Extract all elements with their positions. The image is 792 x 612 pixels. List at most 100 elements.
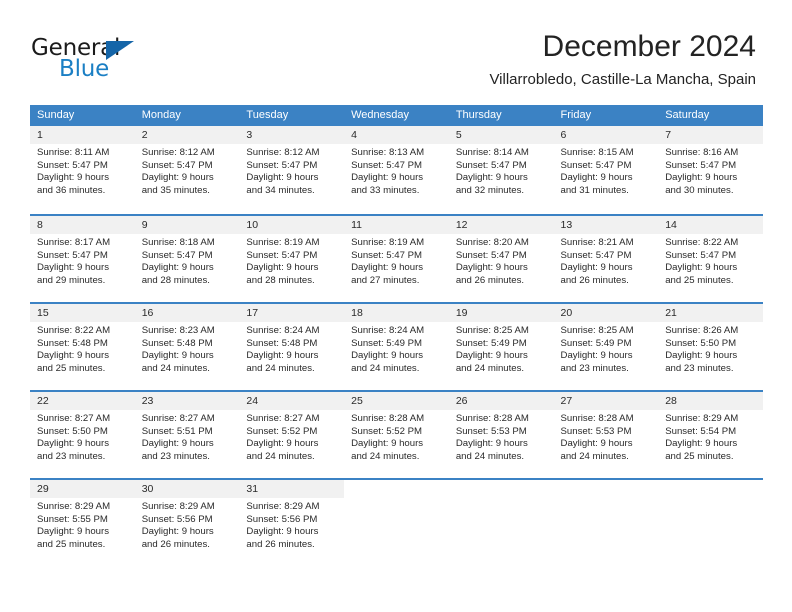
calendar-day-cell[interactable]: 24 Sunrise: 8:27 AM Sunset: 5:52 PM Dayligh… bbox=[239, 392, 345, 478]
calendar-day-cell[interactable]: 5 Sunrise: 8:14 AM Sunset: 5:47 PM Daylight… bbox=[448, 126, 554, 214]
calendar-empty-cell bbox=[658, 480, 763, 566]
daylight-duration-line2: and 24 minutes. bbox=[246, 450, 315, 462]
sunrise-time: Sunrise: 8:25 AM bbox=[455, 325, 529, 336]
day-number: 21 bbox=[665, 307, 677, 319]
calendar-page: General Blue December 2024 Villarrobledo… bbox=[0, 0, 792, 612]
calendar-day-cell[interactable]: 15 Sunrise: 8:22 AM Sunset: 5:48 PM Dayligh… bbox=[30, 304, 135, 390]
sunrise-time: Sunrise: 8:27 AM bbox=[37, 413, 111, 424]
day-number: 8 bbox=[37, 219, 43, 231]
weekday-header-sunday: Sunday bbox=[37, 109, 75, 121]
day-number: 10 bbox=[246, 219, 259, 231]
day-number: 25 bbox=[351, 395, 363, 407]
sunset-time: Sunset: 5:54 PM bbox=[665, 425, 737, 437]
day-number: 12 bbox=[455, 219, 468, 231]
day-details: Sunrise: 8:21 AM Sunset: 5:47 PM Daylight:… bbox=[554, 234, 659, 287]
weekday-header-thursday: Thursday bbox=[455, 109, 502, 121]
calendar-day-cell[interactable]: 13 Sunrise: 8:21 AM Sunset: 5:47 PM Dayligh… bbox=[553, 216, 659, 302]
sunrise-time: Sunrise: 8:22 AM bbox=[37, 325, 111, 336]
daylight-duration-line1: Daylight: 9 hours bbox=[560, 350, 633, 362]
day-details: Sunrise: 8:24 AM Sunset: 5:49 PM Daylight:… bbox=[344, 322, 449, 375]
day-details: Sunrise: 8:20 AM Sunset: 5:47 PM Daylight:… bbox=[449, 234, 554, 287]
calendar-day-cell[interactable]: 29 Sunrise: 8:29 AM Sunset: 5:55 PM Dayligh… bbox=[30, 480, 135, 566]
day-number-band: 24 bbox=[239, 392, 345, 410]
day-number-band: 5 bbox=[448, 126, 554, 144]
calendar-week-row: 1 Sunrise: 8:11 AM Sunset: 5:47 PM Daylight… bbox=[30, 126, 763, 214]
calendar-day-cell[interactable]: 21 Sunrise: 8:26 AM Sunset: 5:50 PM Dayligh… bbox=[658, 304, 763, 390]
day-details: Sunrise: 8:18 AM Sunset: 5:47 PM Daylight:… bbox=[135, 234, 240, 287]
day-number-band: 12 bbox=[448, 216, 554, 234]
day-number-band: 27 bbox=[553, 392, 659, 410]
calendar-day-cell[interactable]: 14 Sunrise: 8:22 AM Sunset: 5:47 PM Dayligh… bbox=[658, 216, 763, 302]
daylight-duration-line1: Daylight: 9 hours bbox=[141, 350, 214, 362]
day-number-band: 20 bbox=[553, 304, 659, 322]
daylight-duration-line2: and 36 minutes. bbox=[37, 184, 106, 196]
sunrise-time: Sunrise: 8:28 AM bbox=[560, 413, 634, 424]
calendar-day-cell[interactable]: 3 Sunrise: 8:12 AM Sunset: 5:47 PM Daylight… bbox=[239, 126, 345, 214]
day-details: Sunrise: 8:27 AM Sunset: 5:50 PM Daylight:… bbox=[30, 410, 135, 463]
calendar-day-cell[interactable]: 22 Sunrise: 8:27 AM Sunset: 5:50 PM Dayligh… bbox=[30, 392, 135, 478]
day-details: Sunrise: 8:23 AM Sunset: 5:48 PM Daylight:… bbox=[135, 322, 240, 375]
daylight-duration-line1: Daylight: 9 hours bbox=[351, 438, 424, 450]
calendar-day-cell[interactable]: 20 Sunrise: 8:25 AM Sunset: 5:49 PM Dayligh… bbox=[553, 304, 659, 390]
calendar-day-cell[interactable]: 9 Sunrise: 8:18 AM Sunset: 5:47 PM Daylight… bbox=[134, 216, 240, 302]
calendar-day-cell[interactable]: 25 Sunrise: 8:28 AM Sunset: 5:52 PM Dayligh… bbox=[344, 392, 449, 478]
day-number: 11 bbox=[351, 219, 363, 231]
daylight-duration-line1: Daylight: 9 hours bbox=[455, 262, 528, 274]
sunrise-time: Sunrise: 8:26 AM bbox=[665, 325, 739, 336]
day-number: 1 bbox=[37, 129, 43, 141]
page-header: General Blue December 2024 Villarrobledo… bbox=[0, 0, 792, 100]
day-details: Sunrise: 8:12 AM Sunset: 5:47 PM Daylight:… bbox=[239, 144, 344, 197]
day-number-band: 11 bbox=[344, 216, 449, 234]
calendar-day-cell[interactable]: 2 Sunrise: 8:12 AM Sunset: 5:47 PM Daylight… bbox=[134, 126, 240, 214]
calendar-day-cell[interactable]: 26 Sunrise: 8:28 AM Sunset: 5:53 PM Dayligh… bbox=[448, 392, 554, 478]
day-number-band: 21 bbox=[658, 304, 763, 322]
calendar-day-cell[interactable]: 27 Sunrise: 8:28 AM Sunset: 5:53 PM Dayligh… bbox=[553, 392, 659, 478]
day-number: 31 bbox=[246, 483, 259, 495]
calendar-day-cell[interactable]: 8 Sunrise: 8:17 AM Sunset: 5:47 PM Daylight… bbox=[30, 216, 135, 302]
daylight-duration-line1: Daylight: 9 hours bbox=[351, 172, 424, 184]
day-number: 13 bbox=[560, 219, 573, 231]
daylight-duration-line2: and 23 minutes. bbox=[665, 362, 734, 374]
day-details: Sunrise: 8:22 AM Sunset: 5:47 PM Daylight:… bbox=[658, 234, 763, 287]
calendar-day-cell[interactable]: 1 Sunrise: 8:11 AM Sunset: 5:47 PM Daylight… bbox=[30, 126, 135, 214]
day-details: Sunrise: 8:28 AM Sunset: 5:52 PM Daylight:… bbox=[344, 410, 449, 463]
day-details: Sunrise: 8:14 AM Sunset: 5:47 PM Daylight:… bbox=[449, 144, 554, 197]
title-block: December 2024 Villarrobledo, Castille-La… bbox=[489, 28, 756, 91]
calendar-day-cell[interactable]: 19 Sunrise: 8:25 AM Sunset: 5:49 PM Dayligh… bbox=[448, 304, 554, 390]
daylight-duration-line1: Daylight: 9 hours bbox=[560, 262, 633, 274]
calendar-day-cell[interactable]: 18 Sunrise: 8:24 AM Sunset: 5:49 PM Dayligh… bbox=[344, 304, 449, 390]
calendar-day-cell[interactable]: 10 Sunrise: 8:19 AM Sunset: 5:47 PM Dayligh… bbox=[239, 216, 345, 302]
calendar-day-cell[interactable]: 16 Sunrise: 8:23 AM Sunset: 5:48 PM Dayligh… bbox=[134, 304, 240, 390]
calendar-day-cell[interactable]: 23 Sunrise: 8:27 AM Sunset: 5:51 PM Dayligh… bbox=[134, 392, 240, 478]
calendar-day-cell[interactable]: 30 Sunrise: 8:29 AM Sunset: 5:56 PM Dayligh… bbox=[134, 480, 240, 566]
day-number-band: 1 bbox=[30, 126, 135, 144]
daylight-duration-line1: Daylight: 9 hours bbox=[665, 262, 738, 274]
sunrise-time: Sunrise: 8:13 AM bbox=[351, 147, 425, 158]
sunrise-time: Sunrise: 8:28 AM bbox=[351, 413, 425, 424]
calendar-day-cell[interactable]: 7 Sunrise: 8:16 AM Sunset: 5:47 PM Daylight… bbox=[658, 126, 763, 214]
daylight-duration-line2: and 28 minutes. bbox=[246, 274, 315, 286]
day-details: Sunrise: 8:19 AM Sunset: 5:47 PM Daylight:… bbox=[239, 234, 344, 287]
calendar-day-cell[interactable]: 28 Sunrise: 8:29 AM Sunset: 5:54 PM Dayligh… bbox=[658, 392, 763, 478]
general-blue-logo[interactable]: General Blue bbox=[31, 35, 211, 87]
day-number-band: 9 bbox=[134, 216, 240, 234]
calendar-day-cell[interactable]: 6 Sunrise: 8:15 AM Sunset: 5:47 PM Daylight… bbox=[553, 126, 659, 214]
daylight-duration-line1: Daylight: 9 hours bbox=[665, 172, 738, 184]
calendar-day-cell[interactable]: 12 Sunrise: 8:20 AM Sunset: 5:47 PM Dayligh… bbox=[448, 216, 554, 302]
daylight-duration-line1: Daylight: 9 hours bbox=[141, 526, 214, 538]
day-details: Sunrise: 8:29 AM Sunset: 5:55 PM Daylight:… bbox=[30, 498, 135, 551]
daylight-duration-line2: and 25 minutes. bbox=[37, 538, 106, 550]
calendar-day-cell[interactable]: 11 Sunrise: 8:19 AM Sunset: 5:47 PM Dayligh… bbox=[344, 216, 449, 302]
daylight-duration-line2: and 34 minutes. bbox=[246, 184, 315, 196]
day-details: Sunrise: 8:24 AM Sunset: 5:48 PM Daylight:… bbox=[239, 322, 344, 375]
calendar-day-cell[interactable]: 17 Sunrise: 8:24 AM Sunset: 5:48 PM Dayligh… bbox=[239, 304, 345, 390]
daylight-duration-line2: and 24 minutes. bbox=[560, 450, 629, 462]
daylight-duration-line1: Daylight: 9 hours bbox=[37, 172, 109, 184]
calendar-empty-cell bbox=[344, 480, 449, 566]
sunset-time: Sunset: 5:52 PM bbox=[246, 425, 318, 437]
sunset-time: Sunset: 5:56 PM bbox=[246, 513, 318, 525]
calendar-day-cell[interactable]: 31 Sunrise: 8:29 AM Sunset: 5:56 PM Dayligh… bbox=[239, 480, 345, 566]
sunset-time: Sunset: 5:53 PM bbox=[455, 425, 527, 437]
calendar-day-cell[interactable]: 4 Sunrise: 8:13 AM Sunset: 5:47 PM Daylight… bbox=[344, 126, 449, 214]
daylight-duration-line2: and 31 minutes. bbox=[560, 184, 629, 196]
